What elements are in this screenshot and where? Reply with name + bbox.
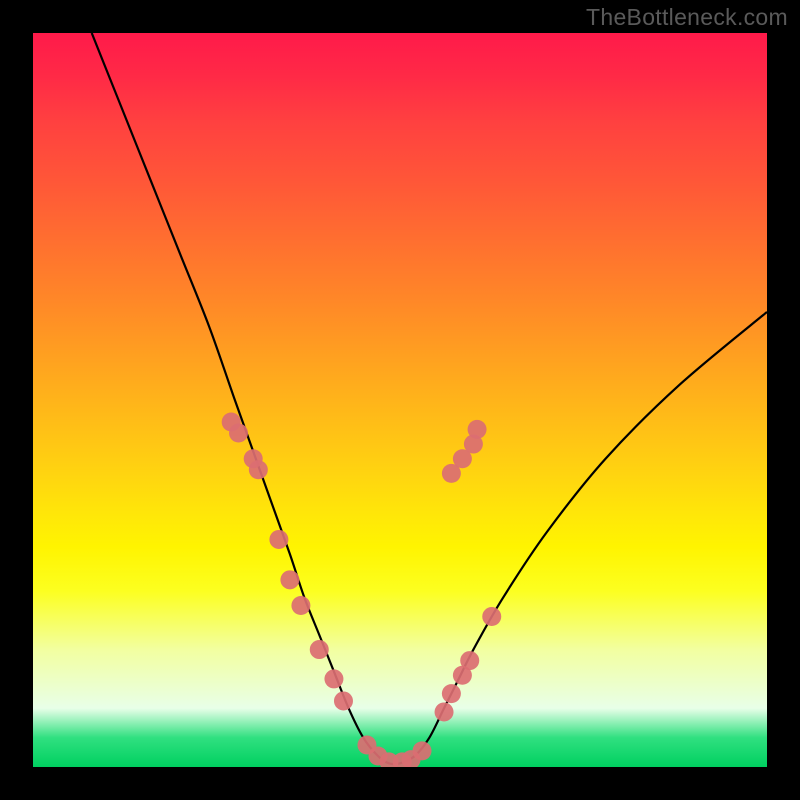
data-marker [269, 530, 288, 549]
data-marker [468, 420, 487, 439]
data-marker [249, 460, 268, 479]
markers-group [222, 413, 502, 767]
watermark-text: TheBottleneck.com [586, 4, 788, 31]
data-marker [460, 651, 479, 670]
data-marker [442, 684, 461, 703]
bottleneck-curve [92, 33, 767, 764]
data-marker [324, 669, 343, 688]
data-marker [310, 640, 329, 659]
data-marker [482, 607, 501, 626]
data-marker [435, 702, 454, 721]
data-marker [229, 424, 248, 443]
chart-svg [33, 33, 767, 767]
chart-plot-area [33, 33, 767, 767]
data-marker [413, 741, 432, 760]
data-marker [280, 570, 299, 589]
data-marker [334, 691, 353, 710]
curve-group [92, 33, 767, 764]
data-marker [291, 596, 310, 615]
